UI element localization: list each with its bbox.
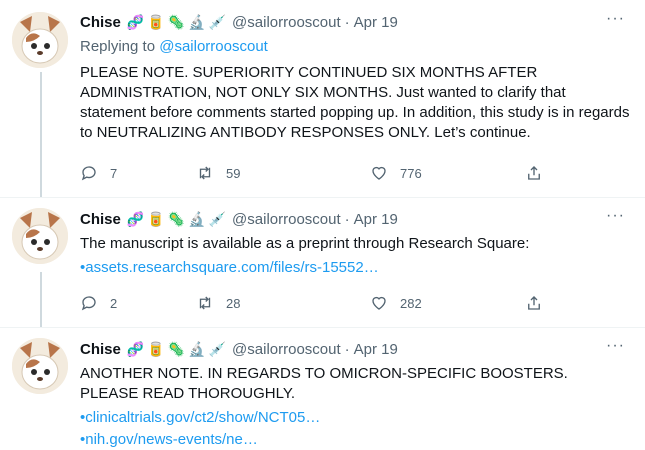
like-icon — [372, 296, 386, 310]
like-count: 776 — [400, 165, 422, 181]
tweet-text: ANOTHER NOTE. IN REGARDS TO OMICRON-SPEC… — [80, 365, 568, 402]
display-name[interactable]: Chise — [80, 211, 121, 228]
reply-count: 2 — [110, 295, 118, 311]
name-emoji: 🧬 🥫 🦠 🔬 💉 — [127, 15, 226, 29]
share-icon — [528, 296, 540, 310]
tweet-link[interactable]: •clinicaltrials.gov/ct2/show/NCT05… — [80, 408, 630, 428]
avatar[interactable] — [12, 208, 68, 264]
separator: · — [344, 210, 350, 228]
replying-handle-link[interactable]: @sailorrooscout — [159, 38, 268, 55]
avatar-image — [12, 12, 68, 68]
handle[interactable]: @sailorrooscout — [232, 14, 341, 31]
retweet-count: 59 — [226, 165, 241, 181]
reply-icon — [81, 166, 96, 181]
like-count: 282 — [400, 295, 422, 311]
retweet-icon — [199, 166, 211, 180]
microbe-icon: 🦠 — [167, 211, 186, 227]
divider — [0, 197, 645, 198]
replying-to: Replying to @sailorrooscout — [80, 37, 630, 57]
timestamp[interactable]: Apr 19 — [354, 211, 398, 228]
more-options-icon[interactable]: ··· — [606, 207, 625, 225]
avatar-image — [12, 208, 68, 264]
microscope-icon: 🔬 — [188, 341, 206, 357]
handle[interactable]: @sailorrooscout — [232, 211, 341, 228]
dna-icon: 🧬 — [126, 14, 145, 30]
name-emoji: 🧬 🥫 🦠 🔬 💉 — [127, 342, 226, 356]
syringe-icon: 💉 — [208, 341, 227, 357]
tweet-link[interactable]: •assets.researchsquare.com/files/rs-1555… — [80, 258, 630, 278]
more-options-icon[interactable]: ··· — [606, 337, 625, 355]
microscope-icon: 🔬 — [188, 14, 206, 30]
retweet-button[interactable]: 28 — [196, 294, 370, 312]
avatar-image — [12, 338, 68, 394]
display-name[interactable]: Chise — [80, 341, 121, 358]
tweet-text: PLEASE NOTE. SUPERIORITY CONTINUED SIX M… — [80, 64, 630, 141]
dna-icon: 🧬 — [126, 211, 145, 227]
microbe-icon: 🦠 — [167, 341, 186, 357]
separator: · — [344, 13, 350, 31]
tweet-text: The manuscript is available as a preprin… — [80, 235, 530, 252]
divider — [0, 327, 645, 328]
like-button[interactable]: 776 — [370, 164, 525, 182]
handle[interactable]: @sailorrooscout — [232, 341, 341, 358]
reply-button[interactable]: 2 — [80, 294, 196, 312]
share-icon — [528, 166, 540, 180]
retweet-icon — [199, 296, 211, 310]
display-name[interactable]: Chise — [80, 14, 121, 31]
avatar[interactable] — [12, 338, 68, 394]
avatar[interactable] — [12, 12, 68, 68]
petri-dish-icon: 🥫 — [147, 211, 165, 227]
like-icon — [372, 166, 386, 180]
share-button[interactable] — [525, 294, 543, 312]
replying-label: Replying to — [80, 38, 156, 55]
retweet-count: 28 — [226, 295, 241, 311]
reply-icon — [81, 296, 96, 311]
dna-icon: 🧬 — [126, 341, 145, 357]
tweet-link[interactable]: •nih.gov/news-events/ne… — [80, 430, 630, 450]
reply-button[interactable]: 7 — [80, 164, 196, 182]
timestamp[interactable]: Apr 19 — [354, 341, 398, 358]
share-button[interactable] — [525, 164, 543, 182]
syringe-icon: 💉 — [208, 211, 227, 227]
name-emoji: 🧬 🥫 🦠 🔬 💉 — [127, 212, 226, 226]
microscope-icon: 🔬 — [188, 211, 206, 227]
timestamp[interactable]: Apr 19 — [354, 14, 398, 31]
petri-dish-icon: 🥫 — [147, 14, 165, 30]
syringe-icon: 💉 — [208, 14, 227, 30]
like-button[interactable]: 282 — [370, 294, 525, 312]
thread-line — [40, 272, 42, 328]
microbe-icon: 🦠 — [167, 14, 186, 30]
separator: · — [344, 340, 350, 358]
retweet-button[interactable]: 59 — [196, 164, 370, 182]
petri-dish-icon: 🥫 — [147, 341, 165, 357]
thread-line — [40, 72, 42, 198]
more-options-icon[interactable]: ··· — [606, 10, 625, 28]
reply-count: 7 — [110, 165, 118, 181]
